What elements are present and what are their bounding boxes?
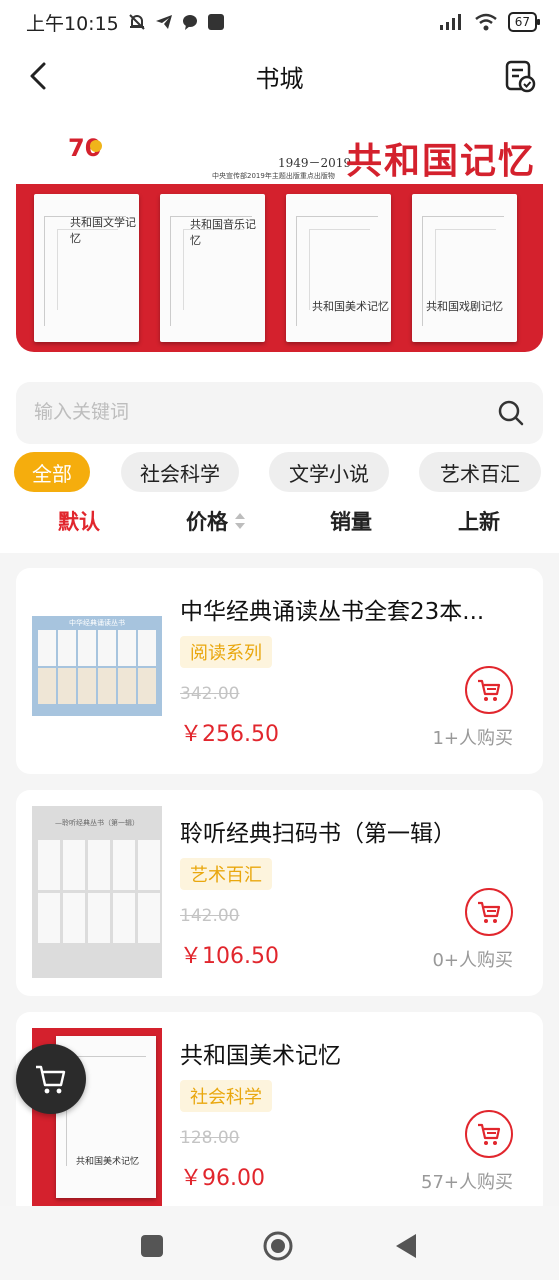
add-to-cart-button[interactable] bbox=[465, 888, 513, 936]
banner-book: 共和国音乐记忆 bbox=[160, 194, 265, 342]
search-input[interactable] bbox=[34, 402, 497, 424]
product-buyers: 0+人购买 bbox=[432, 950, 513, 971]
banner-book: 共和国文学记忆 bbox=[34, 194, 139, 342]
cart-icon bbox=[478, 1123, 501, 1145]
telegram-icon bbox=[155, 15, 172, 29]
status-time: 上午10:15 bbox=[26, 12, 119, 35]
back-arrow-icon[interactable] bbox=[22, 58, 58, 94]
product-buyers: 1+人购买 bbox=[432, 728, 513, 749]
anniversary-70-logo: 70 bbox=[68, 134, 102, 162]
banner-years: 1949－2019 bbox=[278, 156, 352, 170]
mute-bell-icon bbox=[129, 14, 145, 30]
cart-icon bbox=[478, 901, 501, 923]
product-card[interactable]: 中华经典诵读丛书 中华经典诵读丛书全套23本... 阅读系列 342.00 ￥2… bbox=[16, 568, 543, 774]
battery-icon: 67 bbox=[507, 12, 541, 32]
product-card[interactable]: 共和国美术记忆 共和国美术记忆 社会科学 128.00 ￥96.00 57+人购… bbox=[16, 1012, 543, 1218]
sort-sales[interactable]: 销量 bbox=[330, 506, 372, 536]
nav-bar: 书城 bbox=[0, 44, 559, 108]
product-price: ￥106.50 bbox=[180, 944, 279, 969]
sort-price[interactable]: 价格 bbox=[186, 506, 246, 536]
sort-arrows-icon bbox=[235, 513, 245, 529]
product-tag: 阅读系列 bbox=[180, 636, 272, 668]
shopping-cart-icon bbox=[36, 1065, 66, 1094]
system-nav-bar bbox=[0, 1206, 559, 1280]
banner-brand: 共和国记忆 bbox=[346, 140, 537, 182]
banner-subtitle: 中央宣传部2019年主题出版重点出版物 bbox=[212, 172, 335, 180]
product-tag: 社会科学 bbox=[180, 1080, 272, 1112]
floating-cart-button[interactable] bbox=[16, 1044, 86, 1114]
category-chip-art[interactable]: 艺术百汇 bbox=[419, 452, 541, 492]
banner-header: 70 1949－2019 中央宣传部2019年主题出版重点出版物 共和国记忆 bbox=[16, 124, 543, 184]
sort-default[interactable]: 默认 bbox=[58, 506, 100, 536]
product-tag: 艺术百汇 bbox=[180, 858, 272, 890]
page-title: 书城 bbox=[255, 64, 304, 93]
promo-banner[interactable]: 70 1949－2019 中央宣传部2019年主题出版重点出版物 共和国记忆 共… bbox=[16, 124, 543, 352]
banner-book: 共和国美术记忆 bbox=[286, 194, 391, 342]
wifi-icon bbox=[474, 13, 497, 31]
status-bar: 上午10:15 67 bbox=[0, 0, 559, 44]
back-triangle-icon[interactable] bbox=[390, 1230, 422, 1262]
product-price: ￥96.00 bbox=[180, 1166, 265, 1191]
app-square-icon bbox=[207, 14, 224, 30]
recents-square-icon[interactable] bbox=[136, 1230, 168, 1262]
banner-book: 共和国戏剧记忆 bbox=[412, 194, 517, 342]
add-to-cart-button[interactable] bbox=[465, 1110, 513, 1158]
product-old-price: 128.00 bbox=[180, 1128, 240, 1148]
product-title: 聆听经典扫码书（第一辑） bbox=[180, 821, 456, 847]
chat-bubble-icon bbox=[182, 15, 197, 30]
cart-icon bbox=[478, 679, 501, 701]
sort-bar: 默认 价格 销量 上新 bbox=[0, 500, 559, 544]
product-title: 中华经典诵读丛书全套23本... bbox=[180, 599, 485, 625]
product-old-price: 342.00 bbox=[180, 684, 240, 704]
product-title: 共和国美术记忆 bbox=[180, 1043, 341, 1069]
product-thumbnail: 中华经典诵读丛书 bbox=[32, 606, 162, 761]
category-chip-literature[interactable]: 文学小说 bbox=[269, 452, 389, 492]
product-card[interactable]: —聆听经典丛书（第一辑） 聆听经典扫码书（第一辑） 艺术百汇 142.00 ￥1… bbox=[16, 790, 543, 996]
home-circle-icon[interactable] bbox=[262, 1230, 294, 1262]
signal-icon bbox=[439, 14, 461, 30]
category-chip-social-science[interactable]: 社会科学 bbox=[121, 452, 239, 492]
product-buyers: 57+人购买 bbox=[421, 1172, 513, 1193]
category-chip-all[interactable]: 全部 bbox=[14, 452, 90, 492]
product-old-price: 142.00 bbox=[180, 906, 240, 926]
add-to-cart-button[interactable] bbox=[465, 666, 513, 714]
product-price: ￥256.50 bbox=[180, 722, 279, 747]
order-list-icon[interactable] bbox=[501, 58, 537, 94]
sort-newest[interactable]: 上新 bbox=[458, 506, 500, 536]
product-thumbnail: —聆听经典丛书（第一辑） bbox=[32, 806, 162, 978]
search-bar bbox=[16, 382, 543, 444]
search-icon[interactable] bbox=[497, 399, 525, 427]
category-chips: 全部 社会科学 文学小说 艺术百汇 bbox=[14, 452, 545, 492]
